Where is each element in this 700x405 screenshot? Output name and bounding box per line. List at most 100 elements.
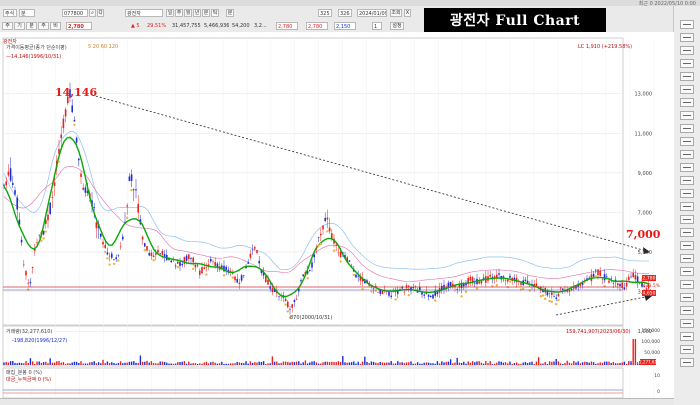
volume-bar <box>31 361 34 365</box>
stock-code-input[interactable]: 077800 <box>62 9 88 17</box>
candle-body <box>203 267 205 269</box>
price-chart-svg: 13,00011,0009,0007,0005,0003,0001,0002,7… <box>0 32 674 405</box>
volume-bar <box>452 363 454 365</box>
side-tool-13[interactable] <box>680 176 694 185</box>
btn-q[interactable]: Q <box>97 9 104 17</box>
side-tool-8[interactable] <box>680 111 694 120</box>
search-button[interactable]: 조회 <box>390 9 402 17</box>
volume-bar <box>608 361 610 365</box>
signal-dot <box>317 244 320 247</box>
volume-bar <box>130 361 133 365</box>
price-input-2[interactable]: 2,780 <box>306 22 328 30</box>
volume-bar <box>194 363 197 365</box>
signal-dot <box>306 277 309 280</box>
side-tool-1[interactable] <box>680 20 694 29</box>
volume-bar <box>135 362 137 365</box>
side-tool-27[interactable] <box>680 358 694 367</box>
tab-technical[interactable]: 기술 <box>14 22 25 30</box>
price-input-3[interactable]: 2,150 <box>334 22 356 30</box>
settings-button[interactable]: 설정 <box>390 22 404 30</box>
volume-bar <box>23 363 25 365</box>
btn-weekly[interactable]: 주 <box>175 9 183 17</box>
volume-bar <box>368 363 370 365</box>
volume-bar <box>586 361 588 365</box>
count-start-input[interactable]: 325 <box>318 9 332 17</box>
btn-zoom[interactable]: 분 <box>226 9 234 17</box>
volume-bar <box>267 363 269 365</box>
period-select[interactable]: 분 <box>19 9 35 17</box>
side-tool-9[interactable] <box>680 124 694 133</box>
volume-bar <box>236 361 238 365</box>
tab-compare[interactable]: 비교 <box>50 22 61 30</box>
volume-bar <box>201 363 203 365</box>
volume-bar <box>155 363 157 365</box>
volume-bar <box>177 362 179 365</box>
side-tool-22[interactable] <box>680 293 694 302</box>
volume-bar <box>93 361 95 365</box>
side-tool-26[interactable] <box>680 345 694 354</box>
side-tool-19[interactable] <box>680 254 694 263</box>
candle-body <box>553 296 555 297</box>
candle-body <box>606 276 608 277</box>
candle-body <box>295 298 298 300</box>
scrollbar-bottom[interactable] <box>0 398 674 405</box>
volume-bar <box>419 363 421 365</box>
volume-bar <box>102 359 104 365</box>
volume-bar <box>623 361 626 365</box>
volume-bar <box>71 362 73 365</box>
tab-period[interactable]: 주기 <box>2 22 13 30</box>
search-icon[interactable]: ⌕ <box>89 9 96 17</box>
multiplier-input[interactable]: 1 <box>372 22 382 30</box>
volume-bar <box>575 362 577 365</box>
side-tool-23[interactable] <box>680 306 694 315</box>
side-tool-14[interactable] <box>680 189 694 198</box>
side-tool-16[interactable] <box>680 215 694 224</box>
volume-bar <box>133 361 135 365</box>
date-input[interactable]: 2024/01/09 <box>357 9 387 17</box>
side-tool-6[interactable] <box>680 85 694 94</box>
close-button[interactable]: X <box>404 9 411 17</box>
btn-year[interactable]: 년 <box>193 9 201 17</box>
volume-bar <box>401 362 403 365</box>
side-tool-11[interactable] <box>680 150 694 159</box>
side-tool-17[interactable] <box>680 228 694 237</box>
side-tool-10[interactable] <box>680 137 694 146</box>
btn-monthly[interactable]: 월 <box>184 9 192 17</box>
btn-min[interactable]: 분 <box>202 9 210 17</box>
side-tool-12[interactable] <box>680 163 694 172</box>
tab-analysis[interactable]: 분석 <box>26 22 37 30</box>
side-tool-7[interactable] <box>680 98 694 107</box>
candle-body <box>27 282 29 284</box>
volume-bar <box>45 361 47 365</box>
side-tool-24[interactable] <box>680 319 694 328</box>
side-tool-18[interactable] <box>680 241 694 250</box>
count-end-input[interactable]: 326 <box>338 9 352 17</box>
volume-bar <box>520 363 522 365</box>
volume-bar <box>225 363 227 365</box>
chart-area[interactable]: 13,00011,0009,0007,0005,0003,0001,0002,7… <box>0 32 674 405</box>
side-tool-21[interactable] <box>680 280 694 289</box>
candle-body <box>335 244 337 246</box>
side-tool-2[interactable] <box>680 33 694 42</box>
side-tool-15[interactable] <box>680 202 694 211</box>
tab-notes[interactable]: 주석 <box>38 22 49 30</box>
volume-bar <box>548 361 551 365</box>
side-tool-25[interactable] <box>680 332 694 341</box>
price-input-1[interactable]: 2,780 <box>276 22 298 30</box>
side-tool-5[interactable] <box>680 72 694 81</box>
volume-bar <box>408 362 410 365</box>
signal-dot <box>73 123 76 126</box>
btn-tick[interactable]: 틱 <box>211 9 219 17</box>
side-tool-4[interactable] <box>680 59 694 68</box>
volume-bar <box>75 361 78 365</box>
volume-bar <box>3 362 5 365</box>
volume-bar <box>456 357 458 365</box>
chart-title-banner: 광전자 Full Chart <box>424 8 606 34</box>
volume-bar <box>423 362 425 365</box>
volume-bar <box>62 362 65 365</box>
btn-daily[interactable]: 일 <box>166 9 174 17</box>
side-tool-20[interactable] <box>680 267 694 276</box>
side-tool-3[interactable] <box>680 46 694 55</box>
market-select[interactable]: 주식 <box>3 9 17 17</box>
volume-bar <box>388 362 390 365</box>
